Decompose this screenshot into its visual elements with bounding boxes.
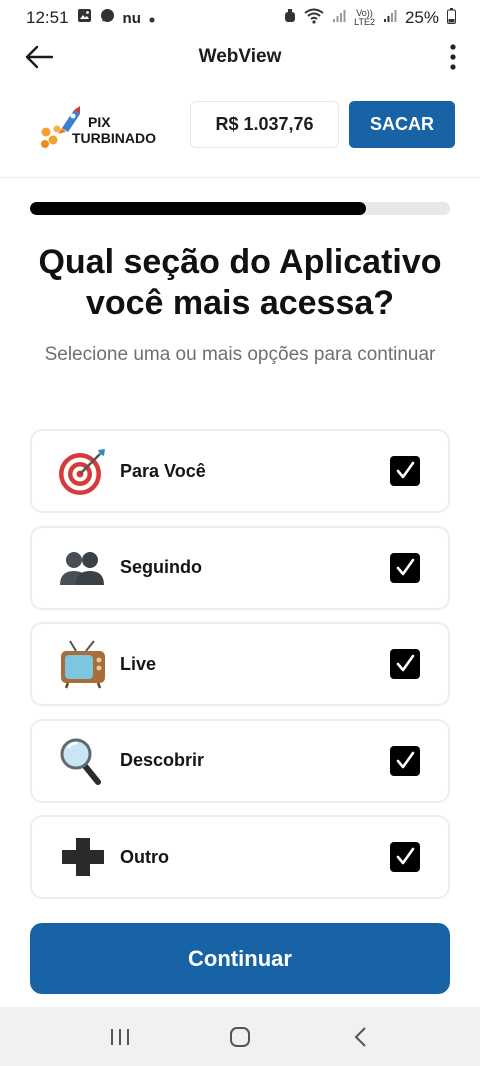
checkbox-checked[interactable] xyxy=(390,456,420,486)
tv-icon xyxy=(58,639,108,689)
recent-apps-icon xyxy=(111,1028,129,1045)
balance-display: R$ 1.037,76 xyxy=(190,101,339,148)
checkbox-checked[interactable] xyxy=(390,842,420,872)
home-button[interactable] xyxy=(210,1017,270,1057)
system-nav-bar xyxy=(0,1007,480,1066)
option-live[interactable]: Live xyxy=(30,622,450,706)
checkbox-checked[interactable] xyxy=(390,649,420,679)
status-right: Vo)) LTE2 25% xyxy=(284,7,456,29)
wifi-icon xyxy=(304,8,324,29)
logo-line1: PIX xyxy=(88,114,111,130)
status-left: 12:51 nu xyxy=(26,8,155,28)
checkbox-checked[interactable] xyxy=(390,552,420,583)
status-time: 12:51 xyxy=(26,8,69,27)
notification-dot-icon xyxy=(149,8,155,28)
progress-fill xyxy=(30,202,366,215)
status-bar: 12:51 nu Vo)) LTE2 25% xyxy=(0,0,480,36)
signal-icon xyxy=(332,8,346,28)
whatsapp-icon xyxy=(100,8,115,28)
magnifier-icon xyxy=(58,736,108,786)
recent-apps-button[interactable] xyxy=(90,1017,150,1057)
option-para-voce[interactable]: Para Você xyxy=(30,429,450,513)
option-label: Live xyxy=(120,653,157,674)
withdraw-button[interactable]: SACAR xyxy=(349,101,455,148)
nu-app-label: nu xyxy=(122,9,141,27)
plus-icon xyxy=(58,832,108,882)
back-button[interactable] xyxy=(22,40,56,74)
option-outro[interactable]: Outro xyxy=(30,815,450,899)
people-icon xyxy=(58,543,108,593)
checkbox-checked[interactable] xyxy=(390,745,420,776)
checkmark-icon xyxy=(396,751,415,768)
checkmark-icon xyxy=(396,558,415,575)
gallery-icon xyxy=(77,8,92,28)
checkmark-icon xyxy=(396,847,415,865)
continue-button[interactable]: Continuar xyxy=(30,923,450,994)
question-subtitle: Selecione uma ou mais opções para contin… xyxy=(44,344,436,365)
option-label: Seguindo xyxy=(120,557,202,577)
battery-percent: 25% xyxy=(404,8,439,27)
system-back-button[interactable] xyxy=(330,1017,390,1057)
option-seguindo[interactable]: Seguindo xyxy=(30,525,450,610)
option-label: Outro xyxy=(120,846,169,867)
app-bar: WebView xyxy=(0,36,480,78)
more-vertical-icon xyxy=(450,44,456,70)
signal-2-icon xyxy=(383,8,397,28)
battery-icon xyxy=(447,7,456,29)
more-options-button[interactable] xyxy=(440,40,466,74)
checkmark-icon xyxy=(396,461,415,479)
question-title: Qual seção do Aplicativo você mais acess… xyxy=(38,243,442,322)
option-label: Para Você xyxy=(120,460,206,481)
options-list: Para Você Seguindo Live Descobrir Outro xyxy=(30,429,450,912)
pix-turbinado-logo: PIX TURBINADO xyxy=(40,104,170,152)
volte-line2: LTE2 xyxy=(354,17,375,27)
checkmark-icon xyxy=(396,654,415,672)
page-header: PIX TURBINADO R$ 1.037,76 SACAR xyxy=(0,90,480,178)
arrow-left-icon xyxy=(25,45,54,69)
quiz-progress-bar xyxy=(30,202,450,215)
logo-line2: TURBINADO xyxy=(72,130,156,146)
chevron-left-icon xyxy=(354,1026,366,1047)
option-label: Descobrir xyxy=(120,750,205,770)
home-icon xyxy=(230,1026,250,1047)
volte-indicator: Vo)) LTE2 xyxy=(354,9,375,27)
app-title: WebView xyxy=(198,46,282,67)
target-icon xyxy=(58,446,108,496)
option-descobrir[interactable]: Descobrir xyxy=(30,718,450,803)
alarm-icon xyxy=(284,8,296,28)
logo-text: PIX TURBINADO xyxy=(72,114,156,146)
